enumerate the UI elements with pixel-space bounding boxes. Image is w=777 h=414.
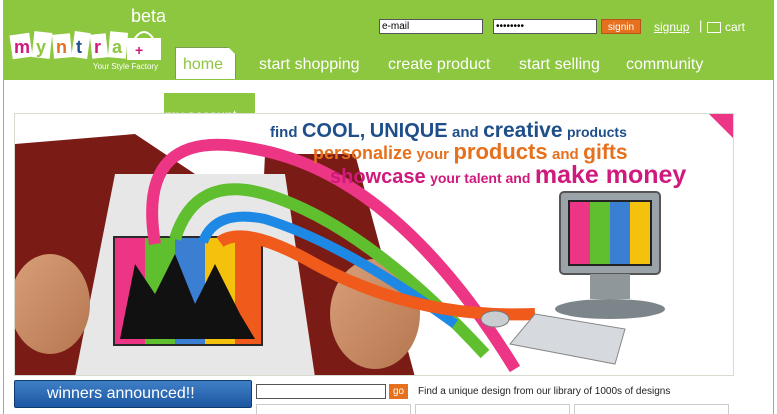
signin-button[interactable]: signin — [601, 19, 641, 34]
nav-create-product[interactable]: create product — [388, 56, 490, 74]
design-search-input[interactable] — [256, 384, 386, 399]
banner-your-talent: your talent and — [430, 170, 531, 186]
signup-link[interactable]: signup — [654, 20, 689, 34]
nav-community[interactable]: community — [626, 56, 703, 74]
svg-text:t: t — [76, 37, 82, 57]
tab-home-label: home — [183, 56, 224, 73]
banner-make-money: make money — [534, 161, 687, 189]
nav-start-shopping[interactable]: start shopping — [259, 56, 360, 74]
tagline: Your Style Factory — [93, 62, 159, 71]
nav-start-selling[interactable]: start selling — [519, 56, 600, 74]
cart-link[interactable]: cart — [707, 20, 745, 34]
design-panel-3 — [574, 404, 729, 414]
email-field[interactable] — [379, 19, 483, 34]
banner-find: find — [270, 124, 298, 141]
password-field[interactable] — [493, 19, 597, 34]
beta-label: beta — [131, 6, 167, 26]
svg-text:r: r — [94, 37, 101, 57]
design-panel-2 — [415, 404, 570, 414]
svg-text:+: + — [135, 42, 143, 58]
svg-text:m: m — [14, 37, 30, 57]
banner-personalize: personalize — [313, 143, 413, 163]
site-header: m y n t r a + beta Your Style Factory si… — [3, 0, 774, 80]
banner-products: products — [566, 124, 627, 140]
svg-text:y: y — [36, 37, 46, 57]
svg-text:n: n — [56, 37, 67, 57]
banner-line-3: showcase your talent and make money — [330, 161, 686, 190]
find-design-text: Find a unique design from our library of… — [418, 386, 671, 397]
winners-label: winners announced!! — [47, 385, 195, 402]
header-separator: | — [699, 18, 703, 33]
cart-icon — [707, 22, 721, 34]
svg-text:a: a — [112, 37, 123, 57]
tab-home[interactable]: home — [175, 47, 236, 79]
go-button[interactable]: go — [389, 384, 408, 399]
banner-showcase: showcase — [330, 166, 426, 188]
design-panel-1 — [256, 404, 411, 414]
banner-corner-flag — [709, 114, 733, 138]
hero-banner[interactable]: find COOL, UNIQUE and creative products … — [14, 113, 734, 376]
cart-label: cart — [725, 20, 746, 34]
winners-announced-button[interactable]: winners announced!! — [14, 380, 252, 408]
